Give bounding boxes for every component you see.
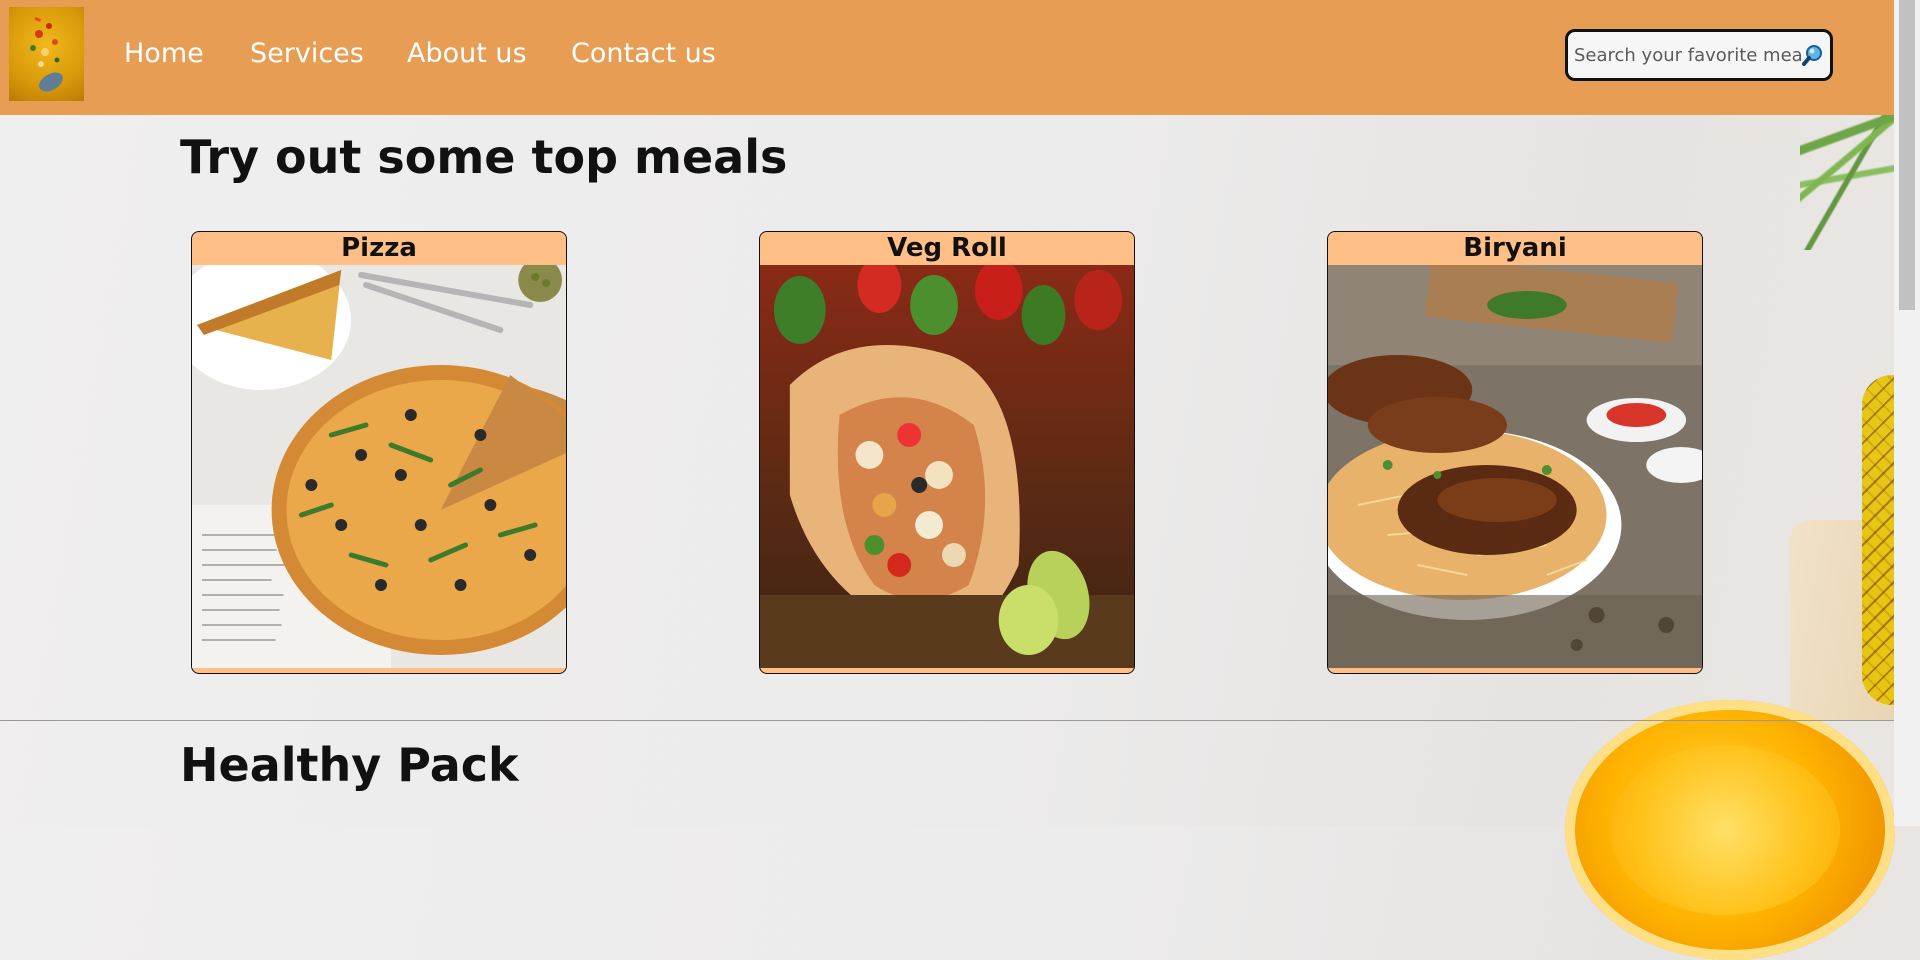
nav-contact-us[interactable]: Contact us [571,38,716,69]
veg-roll-photo [760,265,1134,668]
meal-card-pizza[interactable]: Pizza [191,231,567,674]
nav-services[interactable]: Services [250,38,364,69]
pizza-photo [192,265,566,668]
page-scrollbar-thumb[interactable] [1899,0,1915,310]
section-divider [0,720,1894,721]
top-navbar: Home Services About us Contact us [0,0,1894,115]
search-input[interactable] [1574,44,1802,66]
meal-card-veg-roll[interactable]: Veg Roll [759,231,1135,674]
logo-icon [29,16,63,91]
healthy-pack-heading: Healthy Pack [180,738,519,792]
nav-about-us[interactable]: About us [407,38,527,69]
meal-card-title: Pizza [341,233,417,263]
meal-card-title: Veg Roll [887,233,1007,263]
search-icon[interactable] [1802,44,1824,66]
flying-food-logo[interactable] [9,7,84,101]
biryani-photo [1328,265,1702,668]
meal-card-biryani[interactable]: Biryani [1327,231,1703,674]
background-orange-slice [1610,745,1840,915]
nav-home[interactable]: Home [124,38,204,69]
meal-card-title: Biryani [1463,233,1567,263]
search-bar [1565,29,1833,81]
top-meals-heading: Try out some top meals [180,130,788,184]
